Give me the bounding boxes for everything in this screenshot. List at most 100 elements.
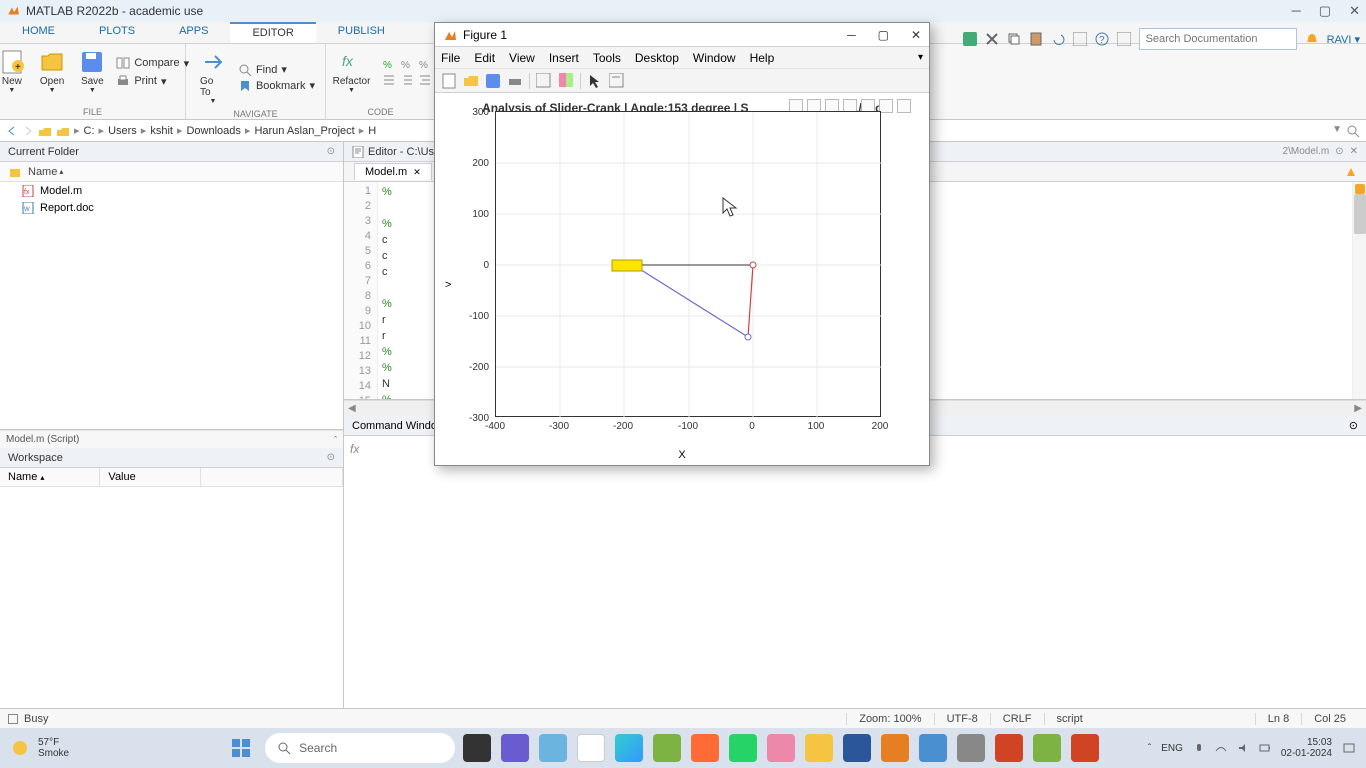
datacursor-icon[interactable] [536, 73, 552, 89]
mic-icon[interactable] [1193, 742, 1205, 754]
app-icon[interactable] [653, 734, 681, 762]
menu-insert[interactable]: Insert [549, 51, 579, 65]
word-icon[interactable] [843, 734, 871, 762]
print-button[interactable]: Print ▾ [116, 74, 189, 88]
find-button[interactable]: Find ▾ [238, 63, 315, 77]
menu-view[interactable]: View [509, 51, 535, 65]
open-fig-icon[interactable] [463, 73, 479, 89]
col-name[interactable]: Name ▴ [0, 468, 100, 486]
outdent-icon[interactable] [400, 73, 414, 87]
scroll-left-icon[interactable]: ◀ [348, 403, 356, 414]
save-icon[interactable] [963, 32, 977, 46]
app2-icon[interactable] [919, 734, 947, 762]
tab-editor[interactable]: EDITOR [230, 22, 315, 43]
task-view-icon[interactable] [463, 734, 491, 762]
close-button[interactable]: ✕ [1349, 3, 1360, 19]
code-warning-marker[interactable] [1355, 184, 1365, 194]
photos-icon[interactable] [539, 734, 567, 762]
close-tab-icon[interactable]: ✕ [413, 167, 421, 178]
sticky-notes-icon[interactable] [767, 734, 795, 762]
store-icon[interactable] [577, 734, 605, 762]
whatsapp-icon[interactable] [729, 734, 757, 762]
battery-icon[interactable] [1259, 742, 1271, 754]
wrap-comment-icon[interactable]: % [418, 57, 432, 71]
col-value[interactable]: Value [100, 468, 200, 486]
paste-icon[interactable] [1029, 32, 1043, 46]
new-fig-icon[interactable] [441, 73, 457, 89]
brave-icon[interactable] [691, 734, 719, 762]
home-icon[interactable] [897, 99, 911, 113]
teams-icon[interactable] [501, 734, 529, 762]
menu-desktop[interactable]: Desktop [635, 51, 679, 65]
brush-icon[interactable] [558, 73, 574, 89]
breadcrumb[interactable]: H [368, 125, 376, 137]
app4-icon[interactable] [1033, 734, 1061, 762]
breadcrumb[interactable]: C: [84, 125, 95, 137]
matlab-icon[interactable] [881, 734, 909, 762]
app5-icon[interactable] [1071, 734, 1099, 762]
menu-more-icon[interactable]: ▾ [918, 52, 923, 63]
panel-minimize-icon[interactable]: ⊙ [327, 146, 335, 157]
file-item[interactable]: fx Model.m [0, 182, 343, 199]
command-window[interactable]: fx [344, 436, 1366, 728]
app3-icon[interactable] [957, 734, 985, 762]
editor-tab[interactable]: Model.m ✕ [354, 163, 432, 180]
figure-canvas[interactable]: Analysis of Slider-Crank | Angle:153 deg… [435, 93, 929, 465]
breadcrumb[interactable]: Harun Aslan_Project [254, 125, 354, 137]
taskbar-search[interactable]: Search [265, 733, 455, 763]
tray-chevron-icon[interactable]: ˆ [1148, 743, 1151, 754]
powerpoint-icon[interactable] [995, 734, 1023, 762]
browse-folder-icon[interactable] [56, 125, 70, 137]
panel-options-icon[interactable]: ⊙ [1349, 419, 1358, 432]
fig-close-button[interactable]: ✕ [911, 28, 921, 42]
notifications-icon[interactable] [1342, 741, 1356, 755]
uncomment-icon[interactable]: % [400, 57, 414, 71]
fig-maximize-button[interactable]: ▢ [878, 28, 889, 42]
panel-options-icon[interactable]: ⊙ [1335, 146, 1343, 157]
bookmark-button[interactable]: Bookmark ▾ [238, 79, 315, 93]
breadcrumb[interactable]: Downloads [186, 125, 240, 137]
scrollbar-thumb[interactable] [1354, 194, 1366, 234]
smart-indent-icon[interactable] [418, 73, 432, 87]
weather-icon[interactable] [10, 738, 30, 758]
undo-icon[interactable] [1051, 32, 1065, 46]
zoom-out-icon[interactable] [879, 99, 893, 113]
col-name[interactable]: Name [28, 166, 57, 178]
explorer-icon[interactable] [805, 734, 833, 762]
menu-edit[interactable]: Edit [474, 51, 495, 65]
help-icon[interactable]: ? [1095, 32, 1109, 46]
inspector-icon[interactable] [609, 73, 625, 89]
forward-icon[interactable] [22, 125, 34, 137]
open-button[interactable]: Open▼ [36, 48, 68, 96]
print-fig-icon[interactable] [507, 73, 523, 89]
tab-plots[interactable]: PLOTS [77, 22, 157, 43]
axes[interactable] [495, 111, 881, 417]
bell-icon[interactable] [1305, 32, 1319, 46]
clock[interactable]: 15:03 02-01-2024 [1281, 737, 1332, 759]
edge-icon[interactable] [615, 734, 643, 762]
breadcrumb[interactable]: Users [108, 125, 137, 137]
menu-help[interactable]: Help [750, 51, 775, 65]
breadcrumb[interactable]: kshit [150, 125, 173, 137]
status-zoom[interactable]: Zoom: 100% [846, 713, 933, 725]
search-folder-icon[interactable] [1346, 124, 1360, 138]
figure-window[interactable]: Figure 1 ─ ▢ ✕ File Edit View Insert Too… [434, 22, 930, 466]
weather-widget[interactable]: 57°F Smoke [38, 737, 69, 759]
up-folder-icon[interactable] [38, 125, 52, 137]
tab-publish[interactable]: PUBLISH [316, 22, 407, 43]
switch-icon[interactable] [1073, 32, 1087, 46]
figure-titlebar[interactable]: Figure 1 ─ ▢ ✕ [435, 23, 929, 47]
panel-minimize-icon[interactable]: ⊙ [327, 452, 335, 463]
expand-icon[interactable]: ˆ [334, 435, 337, 445]
save-fig-icon[interactable] [485, 73, 501, 89]
back-icon[interactable] [6, 125, 18, 137]
compare-button[interactable]: Compare ▾ [116, 56, 189, 70]
file-item[interactable]: W Report.doc [0, 199, 343, 216]
scroll-right-icon[interactable]: ▶ [1354, 403, 1362, 414]
fig-minimize-button[interactable]: ─ [847, 28, 856, 42]
goto-button[interactable]: Go To▼ [196, 48, 230, 107]
wifi-icon[interactable] [1215, 742, 1227, 754]
menu-tools[interactable]: Tools [593, 51, 621, 65]
save-button[interactable]: Save▼ [76, 48, 108, 96]
start-button[interactable] [225, 732, 257, 764]
